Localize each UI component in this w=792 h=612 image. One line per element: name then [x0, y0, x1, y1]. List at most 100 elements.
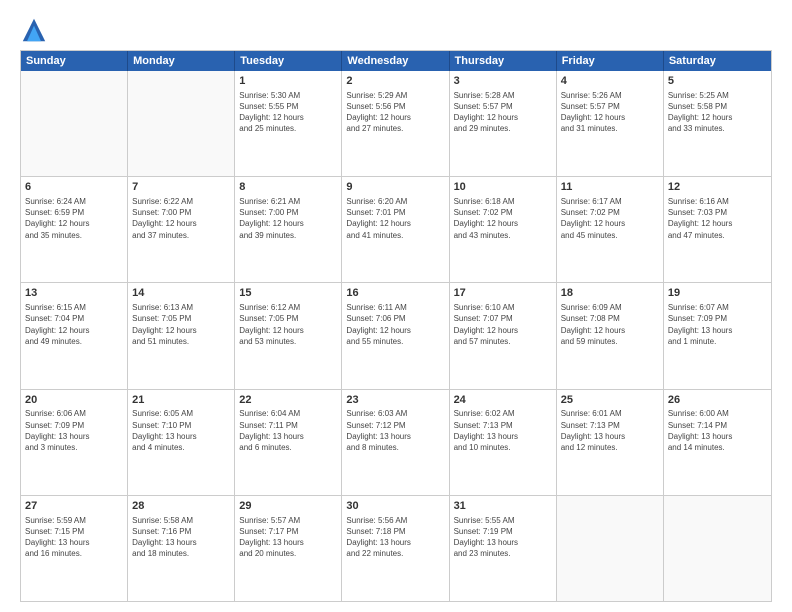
day-number-1: 1	[239, 74, 337, 89]
day-cell-30: 30Sunrise: 5:56 AM Sunset: 7:18 PM Dayli…	[342, 496, 449, 601]
day-cell-29: 29Sunrise: 5:57 AM Sunset: 7:17 PM Dayli…	[235, 496, 342, 601]
day-info-14: Sunrise: 6:13 AM Sunset: 7:05 PM Dayligh…	[132, 302, 230, 347]
day-cell-9: 9Sunrise: 6:20 AM Sunset: 7:01 PM Daylig…	[342, 177, 449, 282]
day-cell-14: 14Sunrise: 6:13 AM Sunset: 7:05 PM Dayli…	[128, 283, 235, 388]
day-cell-16: 16Sunrise: 6:11 AM Sunset: 7:06 PM Dayli…	[342, 283, 449, 388]
day-cell-24: 24Sunrise: 6:02 AM Sunset: 7:13 PM Dayli…	[450, 390, 557, 495]
day-cell-28: 28Sunrise: 5:58 AM Sunset: 7:16 PM Dayli…	[128, 496, 235, 601]
day-cell-20: 20Sunrise: 6:06 AM Sunset: 7:09 PM Dayli…	[21, 390, 128, 495]
day-cell-23: 23Sunrise: 6:03 AM Sunset: 7:12 PM Dayli…	[342, 390, 449, 495]
header-day-saturday: Saturday	[664, 51, 771, 71]
calendar-row-5: 27Sunrise: 5:59 AM Sunset: 7:15 PM Dayli…	[21, 496, 771, 601]
day-info-5: Sunrise: 5:25 AM Sunset: 5:58 PM Dayligh…	[668, 90, 767, 135]
day-number-26: 26	[668, 393, 767, 408]
empty-cell	[664, 496, 771, 601]
day-number-15: 15	[239, 286, 337, 301]
day-number-23: 23	[346, 393, 444, 408]
day-number-21: 21	[132, 393, 230, 408]
day-number-7: 7	[132, 180, 230, 195]
day-number-14: 14	[132, 286, 230, 301]
day-number-16: 16	[346, 286, 444, 301]
day-number-29: 29	[239, 499, 337, 514]
day-info-8: Sunrise: 6:21 AM Sunset: 7:00 PM Dayligh…	[239, 196, 337, 241]
empty-cell	[557, 496, 664, 601]
day-info-26: Sunrise: 6:00 AM Sunset: 7:14 PM Dayligh…	[668, 408, 767, 453]
day-number-31: 31	[454, 499, 552, 514]
calendar-row-3: 13Sunrise: 6:15 AM Sunset: 7:04 PM Dayli…	[21, 283, 771, 389]
day-number-24: 24	[454, 393, 552, 408]
day-cell-31: 31Sunrise: 5:55 AM Sunset: 7:19 PM Dayli…	[450, 496, 557, 601]
day-info-18: Sunrise: 6:09 AM Sunset: 7:08 PM Dayligh…	[561, 302, 659, 347]
empty-cell	[21, 71, 128, 176]
day-info-30: Sunrise: 5:56 AM Sunset: 7:18 PM Dayligh…	[346, 515, 444, 560]
day-cell-19: 19Sunrise: 6:07 AM Sunset: 7:09 PM Dayli…	[664, 283, 771, 388]
day-cell-21: 21Sunrise: 6:05 AM Sunset: 7:10 PM Dayli…	[128, 390, 235, 495]
day-number-9: 9	[346, 180, 444, 195]
day-cell-13: 13Sunrise: 6:15 AM Sunset: 7:04 PM Dayli…	[21, 283, 128, 388]
day-info-27: Sunrise: 5:59 AM Sunset: 7:15 PM Dayligh…	[25, 515, 123, 560]
day-cell-22: 22Sunrise: 6:04 AM Sunset: 7:11 PM Dayli…	[235, 390, 342, 495]
day-number-12: 12	[668, 180, 767, 195]
day-number-30: 30	[346, 499, 444, 514]
day-number-19: 19	[668, 286, 767, 301]
calendar-row-4: 20Sunrise: 6:06 AM Sunset: 7:09 PM Dayli…	[21, 390, 771, 496]
day-info-31: Sunrise: 5:55 AM Sunset: 7:19 PM Dayligh…	[454, 515, 552, 560]
day-number-11: 11	[561, 180, 659, 195]
day-info-24: Sunrise: 6:02 AM Sunset: 7:13 PM Dayligh…	[454, 408, 552, 453]
day-info-23: Sunrise: 6:03 AM Sunset: 7:12 PM Dayligh…	[346, 408, 444, 453]
header-day-thursday: Thursday	[450, 51, 557, 71]
day-cell-25: 25Sunrise: 6:01 AM Sunset: 7:13 PM Dayli…	[557, 390, 664, 495]
calendar: SundayMondayTuesdayWednesdayThursdayFrid…	[20, 50, 772, 602]
day-cell-2: 2Sunrise: 5:29 AM Sunset: 5:56 PM Daylig…	[342, 71, 449, 176]
day-cell-4: 4Sunrise: 5:26 AM Sunset: 5:57 PM Daylig…	[557, 71, 664, 176]
day-cell-1: 1Sunrise: 5:30 AM Sunset: 5:55 PM Daylig…	[235, 71, 342, 176]
header-day-wednesday: Wednesday	[342, 51, 449, 71]
day-info-28: Sunrise: 5:58 AM Sunset: 7:16 PM Dayligh…	[132, 515, 230, 560]
day-info-6: Sunrise: 6:24 AM Sunset: 6:59 PM Dayligh…	[25, 196, 123, 241]
day-number-18: 18	[561, 286, 659, 301]
day-number-27: 27	[25, 499, 123, 514]
day-info-9: Sunrise: 6:20 AM Sunset: 7:01 PM Dayligh…	[346, 196, 444, 241]
day-info-19: Sunrise: 6:07 AM Sunset: 7:09 PM Dayligh…	[668, 302, 767, 347]
day-info-12: Sunrise: 6:16 AM Sunset: 7:03 PM Dayligh…	[668, 196, 767, 241]
day-cell-11: 11Sunrise: 6:17 AM Sunset: 7:02 PM Dayli…	[557, 177, 664, 282]
day-info-7: Sunrise: 6:22 AM Sunset: 7:00 PM Dayligh…	[132, 196, 230, 241]
day-cell-7: 7Sunrise: 6:22 AM Sunset: 7:00 PM Daylig…	[128, 177, 235, 282]
day-number-6: 6	[25, 180, 123, 195]
header	[20, 16, 772, 44]
day-info-25: Sunrise: 6:01 AM Sunset: 7:13 PM Dayligh…	[561, 408, 659, 453]
day-cell-5: 5Sunrise: 5:25 AM Sunset: 5:58 PM Daylig…	[664, 71, 771, 176]
day-number-8: 8	[239, 180, 337, 195]
calendar-header: SundayMondayTuesdayWednesdayThursdayFrid…	[21, 51, 771, 71]
day-info-1: Sunrise: 5:30 AM Sunset: 5:55 PM Dayligh…	[239, 90, 337, 135]
day-info-29: Sunrise: 5:57 AM Sunset: 7:17 PM Dayligh…	[239, 515, 337, 560]
logo-icon	[20, 16, 48, 44]
header-day-friday: Friday	[557, 51, 664, 71]
day-number-5: 5	[668, 74, 767, 89]
day-cell-12: 12Sunrise: 6:16 AM Sunset: 7:03 PM Dayli…	[664, 177, 771, 282]
day-cell-18: 18Sunrise: 6:09 AM Sunset: 7:08 PM Dayli…	[557, 283, 664, 388]
day-info-13: Sunrise: 6:15 AM Sunset: 7:04 PM Dayligh…	[25, 302, 123, 347]
header-day-sunday: Sunday	[21, 51, 128, 71]
day-info-4: Sunrise: 5:26 AM Sunset: 5:57 PM Dayligh…	[561, 90, 659, 135]
calendar-body: 1Sunrise: 5:30 AM Sunset: 5:55 PM Daylig…	[21, 71, 771, 601]
day-number-13: 13	[25, 286, 123, 301]
day-info-16: Sunrise: 6:11 AM Sunset: 7:06 PM Dayligh…	[346, 302, 444, 347]
day-number-25: 25	[561, 393, 659, 408]
day-cell-15: 15Sunrise: 6:12 AM Sunset: 7:05 PM Dayli…	[235, 283, 342, 388]
day-cell-27: 27Sunrise: 5:59 AM Sunset: 7:15 PM Dayli…	[21, 496, 128, 601]
day-cell-17: 17Sunrise: 6:10 AM Sunset: 7:07 PM Dayli…	[450, 283, 557, 388]
calendar-row-2: 6Sunrise: 6:24 AM Sunset: 6:59 PM Daylig…	[21, 177, 771, 283]
calendar-row-1: 1Sunrise: 5:30 AM Sunset: 5:55 PM Daylig…	[21, 71, 771, 177]
day-number-2: 2	[346, 74, 444, 89]
day-cell-3: 3Sunrise: 5:28 AM Sunset: 5:57 PM Daylig…	[450, 71, 557, 176]
day-info-2: Sunrise: 5:29 AM Sunset: 5:56 PM Dayligh…	[346, 90, 444, 135]
header-day-monday: Monday	[128, 51, 235, 71]
day-cell-8: 8Sunrise: 6:21 AM Sunset: 7:00 PM Daylig…	[235, 177, 342, 282]
page: SundayMondayTuesdayWednesdayThursdayFrid…	[0, 0, 792, 612]
day-info-22: Sunrise: 6:04 AM Sunset: 7:11 PM Dayligh…	[239, 408, 337, 453]
day-info-3: Sunrise: 5:28 AM Sunset: 5:57 PM Dayligh…	[454, 90, 552, 135]
header-day-tuesday: Tuesday	[235, 51, 342, 71]
day-cell-26: 26Sunrise: 6:00 AM Sunset: 7:14 PM Dayli…	[664, 390, 771, 495]
day-cell-6: 6Sunrise: 6:24 AM Sunset: 6:59 PM Daylig…	[21, 177, 128, 282]
